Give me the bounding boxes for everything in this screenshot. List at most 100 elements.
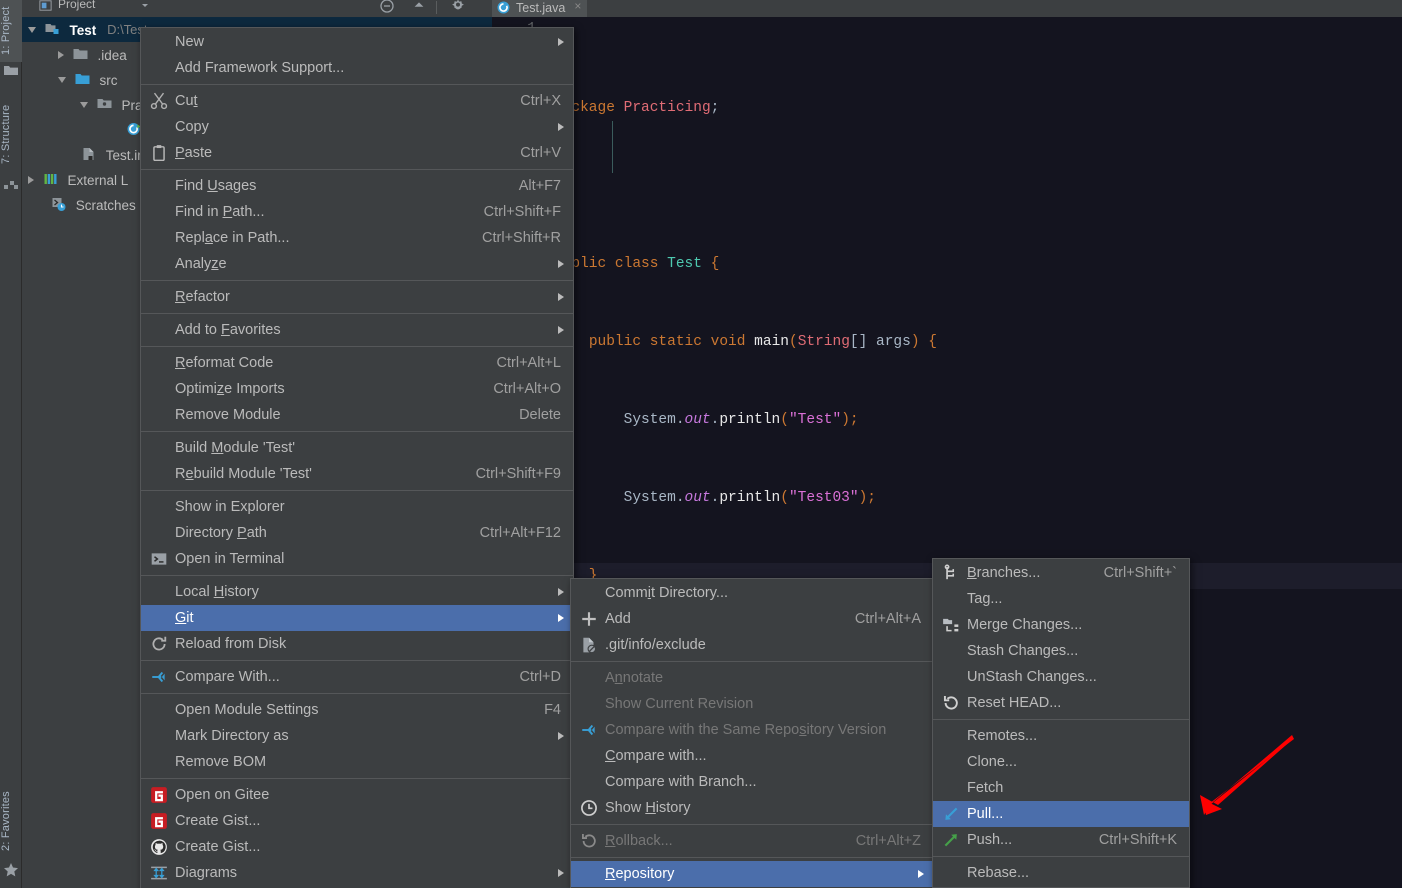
context-menu-item-open-in-terminal[interactable]: Open in Terminal	[141, 546, 573, 572]
menu-item-label: Show Current Revision	[605, 696, 754, 712]
context-menu-item-directory-path[interactable]: Directory Path Ctrl+Alt+F12	[141, 520, 573, 546]
repository-menu-item-branches[interactable]: Branches... Ctrl+Shift+`	[933, 560, 1189, 586]
context-menu-item-create-gist[interactable]: Create Gist...	[141, 834, 573, 860]
context-menu-item-reformat-code[interactable]: Reformat Code Ctrl+Alt+L	[141, 350, 573, 376]
submenu-arrow-icon	[918, 870, 924, 878]
expander-down-icon[interactable]	[28, 27, 36, 34]
git-menu-item-show-current-revision[interactable]: Show Current Revision	[571, 691, 933, 717]
repository-menu-item-reset-head[interactable]: Reset HEAD...	[933, 690, 1189, 716]
context-menu-item-copy[interactable]: Copy	[141, 114, 573, 140]
menu-item-label: Local History	[175, 584, 259, 600]
git-menu-item-annotate[interactable]: Annotate	[571, 665, 933, 691]
context-menu-item-find-in-path[interactable]: Find in Path... Ctrl+Shift+F	[141, 199, 573, 225]
menu-item-label: Replace in Path...	[175, 230, 290, 246]
context-menu-item-remove-bom[interactable]: Remove BOM	[141, 749, 573, 775]
git-submenu[interactable]: Commit Directory... Add Ctrl+Alt+A .git/inf…	[570, 578, 934, 888]
expander-down-icon[interactable]	[58, 77, 66, 84]
repository-menu-item-stash-changes[interactable]: Stash Changes...	[933, 638, 1189, 664]
submenu-arrow-icon	[558, 614, 564, 622]
context-menu-item-local-history[interactable]: Local History	[141, 579, 573, 605]
editor-tab-test-java[interactable]: Test.java ×	[492, 0, 588, 17]
git-menu-item-git-info-exclude[interactable]: .git/info/exclude	[571, 632, 933, 658]
menu-item-label: Compare with...	[605, 748, 707, 764]
context-menu-item-compare-with[interactable]: Compare With... Ctrl+D	[141, 664, 573, 690]
menu-item-label: Optimize Imports	[175, 381, 285, 397]
git-menu-item-rollback[interactable]: Rollback... Ctrl+Alt+Z	[571, 828, 933, 854]
context-menu-item-reload-from-disk[interactable]: Reload from Disk	[141, 631, 573, 657]
expander-down-icon[interactable]	[80, 102, 88, 109]
repository-menu-item-fetch[interactable]: Fetch	[933, 775, 1189, 801]
settings-gear-icon[interactable]	[450, 0, 466, 14]
merge-icon	[943, 618, 959, 632]
collapse-all-icon[interactable]	[379, 0, 395, 14]
toolwindow-button-structure[interactable]: 7: Structure	[0, 92, 22, 176]
context-menu-item-diagrams[interactable]: Diagrams	[141, 860, 573, 886]
menu-item-shortcut: Ctrl+X	[520, 93, 561, 109]
context-menu-item-refactor[interactable]: Refactor	[141, 284, 573, 310]
menu-item-label: Reset HEAD...	[967, 695, 1062, 711]
toolwindow-button-project[interactable]: 1: Project	[0, 0, 22, 62]
menu-item-shortcut: Delete	[519, 407, 561, 423]
context-menu-item-rebuild-module-test[interactable]: Rebuild Module 'Test' Ctrl+Shift+F9	[141, 461, 573, 487]
menu-item-label: Show in Explorer	[175, 499, 285, 515]
expand-up-icon[interactable]	[412, 0, 426, 12]
repository-menu-item-tag[interactable]: Tag...	[933, 586, 1189, 612]
menu-item-label: Mark Directory as	[175, 728, 289, 744]
compare-icon	[152, 671, 165, 683]
context-menu-item-cut[interactable]: Cut Ctrl+X	[141, 88, 573, 114]
repository-menu-item-rebase[interactable]: Rebase...	[933, 860, 1189, 886]
menu-item-label: Reload from Disk	[175, 636, 287, 652]
repository-menu-item-clone[interactable]: Clone...	[933, 749, 1189, 775]
repository-menu-item-remotes[interactable]: Remotes...	[933, 723, 1189, 749]
context-menu-item-paste[interactable]: Paste Ctrl+V	[141, 140, 573, 166]
github-icon	[151, 839, 167, 855]
rollback-icon	[582, 834, 596, 848]
menu-item-shortcut: Ctrl+Shift+`	[1103, 565, 1177, 581]
context-menu-item-create-gist[interactable]: Create Gist...	[141, 808, 573, 834]
menu-item-label: Create Gist...	[175, 813, 261, 829]
repository-menu-item-pull[interactable]: Pull...	[933, 801, 1189, 827]
gitee-icon	[151, 787, 167, 803]
close-icon[interactable]: ×	[574, 0, 581, 14]
context-menu-item-analyze[interactable]: Analyze	[141, 251, 573, 277]
context-menu-item-remove-module[interactable]: Remove Module Delete	[141, 402, 573, 428]
git-menu-item-repository[interactable]: Repository	[571, 861, 933, 887]
menu-item-label: Diagrams	[175, 865, 238, 881]
repository-menu-item-merge-changes[interactable]: Merge Changes...	[933, 612, 1189, 638]
context-menu-item-mark-directory-as[interactable]: Mark Directory as	[141, 723, 573, 749]
expander-right-icon[interactable]	[28, 176, 34, 185]
context-menu-item-git[interactable]: Git	[141, 605, 573, 631]
context-menu-item-replace-in-path[interactable]: Replace in Path... Ctrl+Shift+R	[141, 225, 573, 251]
repository-menu-item-unstash-changes[interactable]: UnStash Changes...	[933, 664, 1189, 690]
menu-item-label: Compare with Branch...	[605, 774, 757, 790]
menu-item-label: Create Gist...	[175, 839, 261, 855]
chevron-down-icon[interactable]	[140, 0, 150, 12]
git-menu-item-commit-directory[interactable]: Commit Directory...	[571, 580, 933, 606]
git-menu-item-add[interactable]: Add Ctrl+Alt+A	[571, 606, 933, 632]
context-menu-item-show-in-explorer[interactable]: Show in Explorer	[141, 494, 573, 520]
expander-right-icon[interactable]	[58, 51, 64, 60]
repository-submenu[interactable]: Branches... Ctrl+Shift+` Tag... Merge Chang…	[932, 558, 1190, 888]
context-menu-item-new[interactable]: New	[141, 29, 573, 55]
scratches-icon	[52, 198, 66, 212]
source-folder-icon	[75, 74, 90, 85]
context-menu-item-add-framework-support[interactable]: Add Framework Support...	[141, 55, 573, 81]
repository-menu-item-push[interactable]: Push... Ctrl+Shift+K	[933, 827, 1189, 853]
context-menu-item-open-module-settings[interactable]: Open Module Settings F4	[141, 697, 573, 723]
git-menu-item-compare-with[interactable]: Compare with...	[571, 743, 933, 769]
project-view-icon	[39, 0, 52, 11]
git-menu-item-compare-with-the-same-repository-version[interactable]: Compare with the Same Repository Version	[571, 717, 933, 743]
git-menu-item-show-history[interactable]: Show History	[571, 795, 933, 821]
menu-item-label: UnStash Changes...	[967, 669, 1097, 685]
context-menu-item-open-on-gitee[interactable]: Open on Gitee	[141, 782, 573, 808]
menu-item-label: Open in Terminal	[175, 551, 285, 567]
exclude-file-icon	[583, 637, 597, 654]
toolwindow-button-favorites[interactable]: 2: Favorites	[0, 782, 22, 860]
context-menu-item-optimize-imports[interactable]: Optimize Imports Ctrl+Alt+O	[141, 376, 573, 402]
context-menu-item-find-usages[interactable]: Find Usages Alt+F7	[141, 173, 573, 199]
module-context-menu[interactable]: New Add Framework Support... Cut Ctrl+X Copy…	[140, 27, 574, 888]
context-menu-item-build-module-test[interactable]: Build Module 'Test'	[141, 435, 573, 461]
menu-item-label: Rollback...	[605, 833, 673, 849]
git-menu-item-compare-with-branch[interactable]: Compare with Branch...	[571, 769, 933, 795]
context-menu-item-add-to-favorites[interactable]: Add to Favorites	[141, 317, 573, 343]
